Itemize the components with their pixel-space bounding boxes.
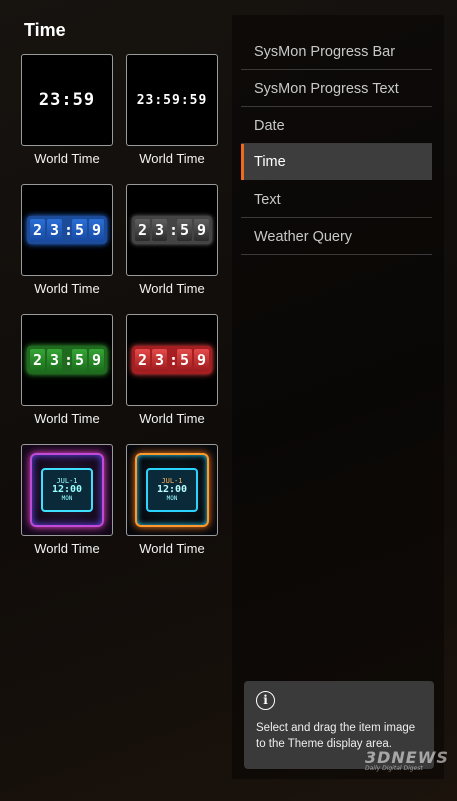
neon-day: MON bbox=[166, 494, 178, 502]
flip-colon: : bbox=[64, 351, 74, 369]
flip-digit: 3 bbox=[152, 219, 167, 241]
menu-item-sysmon-progress-bar[interactable]: SysMon Progress Bar bbox=[241, 34, 432, 70]
watermark: 3DNEWS Daily Digital Digest bbox=[365, 748, 449, 772]
flip-digit: 3 bbox=[47, 219, 62, 241]
clock-thumbnail[interactable]: 2 3 : 5 9 bbox=[21, 314, 113, 406]
flip-digit: 9 bbox=[89, 349, 104, 371]
flip-digit: 5 bbox=[177, 349, 192, 371]
widget-world-time-5[interactable]: 2 3 : 5 9 World Time bbox=[21, 314, 113, 426]
flip-digit: 5 bbox=[72, 219, 87, 241]
flip-digit: 2 bbox=[135, 349, 150, 371]
flip-digit: 2 bbox=[135, 219, 150, 241]
widget-world-time-2[interactable]: 23:59:59 World Time bbox=[126, 54, 218, 166]
clock-thumbnail[interactable]: JUL-1 12:00 MON bbox=[126, 444, 218, 536]
flip-digit: 3 bbox=[47, 349, 62, 371]
widget-world-time-1[interactable]: 23:59 World Time bbox=[21, 54, 113, 166]
menu-item-time[interactable]: Time bbox=[241, 144, 432, 180]
clock-text: 23:59 bbox=[38, 90, 96, 110]
flip-digit: 9 bbox=[194, 349, 209, 371]
neon-clock-screen: JUL-1 12:00 MON bbox=[41, 468, 93, 512]
menu-item-weather-query[interactable]: Weather Query bbox=[241, 219, 432, 255]
neon-clock-screen: JUL-1 12:00 MON bbox=[146, 468, 198, 512]
clock-thumbnail[interactable]: 23:59:59 bbox=[126, 54, 218, 146]
flip-digit: 5 bbox=[72, 349, 87, 371]
widget-caption: World Time bbox=[34, 411, 100, 426]
clock-thumbnail[interactable]: 2 3 : 5 9 bbox=[21, 184, 113, 276]
widget-caption: World Time bbox=[139, 281, 205, 296]
neon-day: MON bbox=[61, 494, 73, 502]
flip-digit: 2 bbox=[30, 349, 45, 371]
flip-clock-blue: 2 3 : 5 9 bbox=[27, 216, 107, 244]
clock-thumbnail[interactable]: 2 3 : 5 9 bbox=[126, 184, 218, 276]
flip-digit: 9 bbox=[89, 219, 104, 241]
flip-digit: 9 bbox=[194, 219, 209, 241]
info-icon: i bbox=[256, 691, 275, 710]
flip-digit: 5 bbox=[177, 219, 192, 241]
widget-caption: World Time bbox=[34, 541, 100, 556]
clock-text: 23:59:59 bbox=[136, 92, 208, 108]
flip-colon: : bbox=[169, 351, 179, 369]
flip-colon: : bbox=[64, 221, 74, 239]
flip-digit: 2 bbox=[30, 219, 45, 241]
widget-caption: World Time bbox=[139, 151, 205, 166]
menu-item-date[interactable]: Date bbox=[241, 108, 432, 144]
widget-world-time-3[interactable]: 2 3 : 5 9 World Time bbox=[21, 184, 113, 296]
widget-world-time-4[interactable]: 2 3 : 5 9 World Time bbox=[126, 184, 218, 296]
widget-world-time-6[interactable]: 2 3 : 5 9 World Time bbox=[126, 314, 218, 426]
flip-colon: : bbox=[169, 221, 179, 239]
widget-caption: World Time bbox=[139, 541, 205, 556]
widget-caption: World Time bbox=[34, 151, 100, 166]
panel-title: Time bbox=[24, 20, 66, 40]
flip-clock-green: 2 3 : 5 9 bbox=[27, 346, 107, 374]
flip-digit: 3 bbox=[152, 349, 167, 371]
widget-caption: World Time bbox=[139, 411, 205, 426]
widget-caption: World Time bbox=[34, 281, 100, 296]
widget-world-time-7[interactable]: JUL-1 12:00 MON World Time bbox=[21, 444, 113, 556]
clock-thumbnail[interactable]: JUL-1 12:00 MON bbox=[21, 444, 113, 536]
flip-clock-red: 2 3 : 5 9 bbox=[132, 346, 212, 374]
flip-clock-gray: 2 3 : 5 9 bbox=[132, 216, 212, 244]
clock-thumbnail[interactable]: 23:59 bbox=[21, 54, 113, 146]
menu-item-sysmon-progress-text[interactable]: SysMon Progress Text bbox=[241, 71, 432, 107]
menu-item-text[interactable]: Text bbox=[241, 182, 432, 218]
clock-thumbnail[interactable]: 2 3 : 5 9 bbox=[126, 314, 218, 406]
widget-world-time-8[interactable]: JUL-1 12:00 MON World Time bbox=[126, 444, 218, 556]
